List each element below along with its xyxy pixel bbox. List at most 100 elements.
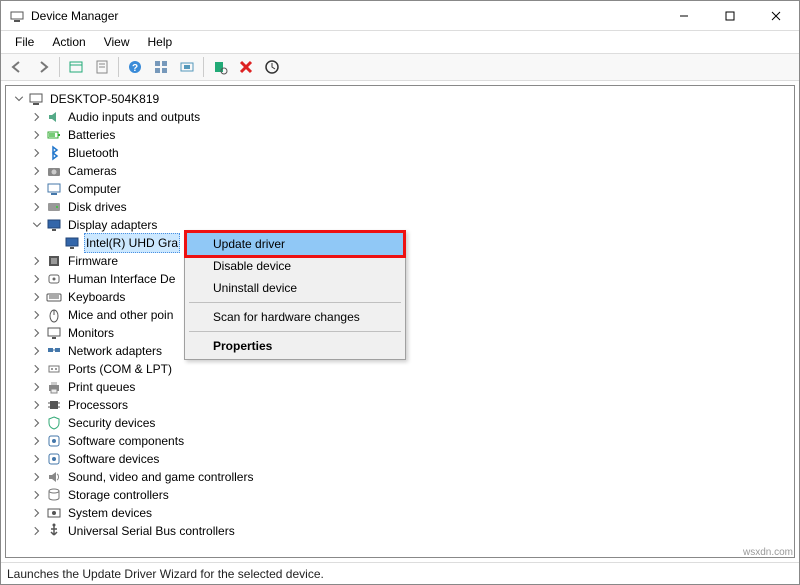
- expand-icon[interactable]: [30, 164, 44, 178]
- expand-icon[interactable]: [30, 380, 44, 394]
- tree-category[interactable]: Print queues: [10, 378, 790, 396]
- properties-button[interactable]: [90, 55, 114, 79]
- context-separator: [189, 302, 401, 303]
- battery-icon: [46, 127, 62, 143]
- context-scan-hardware[interactable]: Scan for hardware changes: [187, 306, 403, 328]
- tree-category[interactable]: Security devices: [10, 414, 790, 432]
- system-icon: [46, 505, 62, 521]
- tree-category[interactable]: Bluetooth: [10, 144, 790, 162]
- software-icon: [46, 433, 62, 449]
- expand-icon[interactable]: [30, 416, 44, 430]
- maximize-button[interactable]: [707, 1, 753, 31]
- usb-icon: [46, 523, 62, 539]
- bluetooth-icon: [46, 145, 62, 161]
- expand-icon[interactable]: [30, 326, 44, 340]
- expand-icon[interactable]: [30, 254, 44, 268]
- tree-category-label: Processors: [66, 396, 130, 414]
- minimize-button[interactable]: [661, 1, 707, 31]
- network-icon: [46, 343, 62, 359]
- tree-category[interactable]: Ports (COM & LPT): [10, 360, 790, 378]
- expand-icon[interactable]: [30, 434, 44, 448]
- tree-category[interactable]: Processors: [10, 396, 790, 414]
- svg-text:?: ?: [132, 63, 138, 74]
- tree-category-label: Firmware: [66, 252, 120, 270]
- titlebar[interactable]: Device Manager: [1, 1, 799, 31]
- tree-category[interactable]: Universal Serial Bus controllers: [10, 522, 790, 540]
- tree-category-label: Storage controllers: [66, 486, 171, 504]
- expand-icon[interactable]: [30, 110, 44, 124]
- context-menu: Update driver Disable device Uninstall d…: [184, 230, 406, 360]
- expand-icon[interactable]: [30, 398, 44, 412]
- remove-button[interactable]: [234, 55, 258, 79]
- collapse-icon[interactable]: [30, 218, 44, 232]
- tree-category-label: Audio inputs and outputs: [66, 108, 202, 126]
- expand-icon[interactable]: [30, 146, 44, 160]
- context-properties[interactable]: Properties: [187, 335, 403, 357]
- tree-category[interactable]: System devices: [10, 504, 790, 522]
- expand-icon[interactable]: [30, 200, 44, 214]
- back-button[interactable]: [5, 55, 29, 79]
- tree-category[interactable]: Cameras: [10, 162, 790, 180]
- expand-icon[interactable]: [30, 128, 44, 142]
- scan-hardware-button[interactable]: [208, 55, 232, 79]
- computer-icon: [46, 181, 62, 197]
- mouse-icon: [46, 307, 62, 323]
- menu-file[interactable]: File: [7, 33, 42, 51]
- tree-category[interactable]: Batteries: [10, 126, 790, 144]
- tree-category[interactable]: Computer: [10, 180, 790, 198]
- expand-icon[interactable]: [30, 344, 44, 358]
- expand-icon[interactable]: [30, 290, 44, 304]
- computer-root-icon: [28, 91, 44, 107]
- tree-category-label: Human Interface De: [66, 270, 177, 288]
- context-item-label: Disable device: [213, 259, 291, 273]
- audio-icon: [46, 109, 62, 125]
- view-by-type-button[interactable]: [149, 55, 173, 79]
- expand-icon[interactable]: [30, 182, 44, 196]
- device-tree[interactable]: DESKTOP-504K819 Audio inputs and outputs…: [5, 85, 795, 558]
- context-uninstall-device[interactable]: Uninstall device: [187, 277, 403, 299]
- expand-icon[interactable]: [30, 272, 44, 286]
- menu-action[interactable]: Action: [44, 33, 93, 51]
- tree-device-label: Intel(R) UHD Gra: [84, 233, 180, 253]
- tree-category[interactable]: Audio inputs and outputs: [10, 108, 790, 126]
- printer-icon: [46, 379, 62, 395]
- menu-help[interactable]: Help: [140, 33, 181, 51]
- tree-category-label: Mice and other poin: [66, 306, 175, 324]
- software-icon: [46, 451, 62, 467]
- tree-category-label: Bluetooth: [66, 144, 121, 162]
- tree-category[interactable]: Disk drives: [10, 198, 790, 216]
- help-button[interactable]: ?: [123, 55, 147, 79]
- expand-icon[interactable]: [30, 362, 44, 376]
- tree-category[interactable]: Software components: [10, 432, 790, 450]
- tree-category[interactable]: Storage controllers: [10, 486, 790, 504]
- display-icon: [46, 217, 62, 233]
- storage-icon: [46, 487, 62, 503]
- context-disable-device[interactable]: Disable device: [187, 255, 403, 277]
- update-driver-button[interactable]: [260, 55, 284, 79]
- tree-category-label: Cameras: [66, 162, 119, 180]
- expand-icon[interactable]: [30, 470, 44, 484]
- show-hidden-button[interactable]: [64, 55, 88, 79]
- toolbar-separator: [203, 57, 204, 77]
- tree-root[interactable]: DESKTOP-504K819: [10, 90, 790, 108]
- expand-icon[interactable]: [30, 488, 44, 502]
- tree-category[interactable]: Sound, video and game controllers: [10, 468, 790, 486]
- forward-button[interactable]: [31, 55, 55, 79]
- expand-icon[interactable]: [30, 506, 44, 520]
- context-update-driver[interactable]: Update driver: [187, 233, 403, 255]
- tree-category-label: Network adapters: [66, 342, 164, 360]
- view-by-connection-button[interactable]: [175, 55, 199, 79]
- expand-icon[interactable]: [30, 524, 44, 538]
- expand-icon[interactable]: [30, 308, 44, 322]
- close-button[interactable]: [753, 1, 799, 31]
- camera-icon: [46, 163, 62, 179]
- expand-icon[interactable]: [30, 452, 44, 466]
- context-item-label: Scan for hardware changes: [213, 310, 360, 324]
- collapse-icon[interactable]: [12, 92, 26, 106]
- tree-category[interactable]: Software devices: [10, 450, 790, 468]
- hid-icon: [46, 271, 62, 287]
- toolbar-separator: [118, 57, 119, 77]
- port-icon: [46, 361, 62, 377]
- context-item-label: Uninstall device: [213, 281, 297, 295]
- menu-view[interactable]: View: [96, 33, 138, 51]
